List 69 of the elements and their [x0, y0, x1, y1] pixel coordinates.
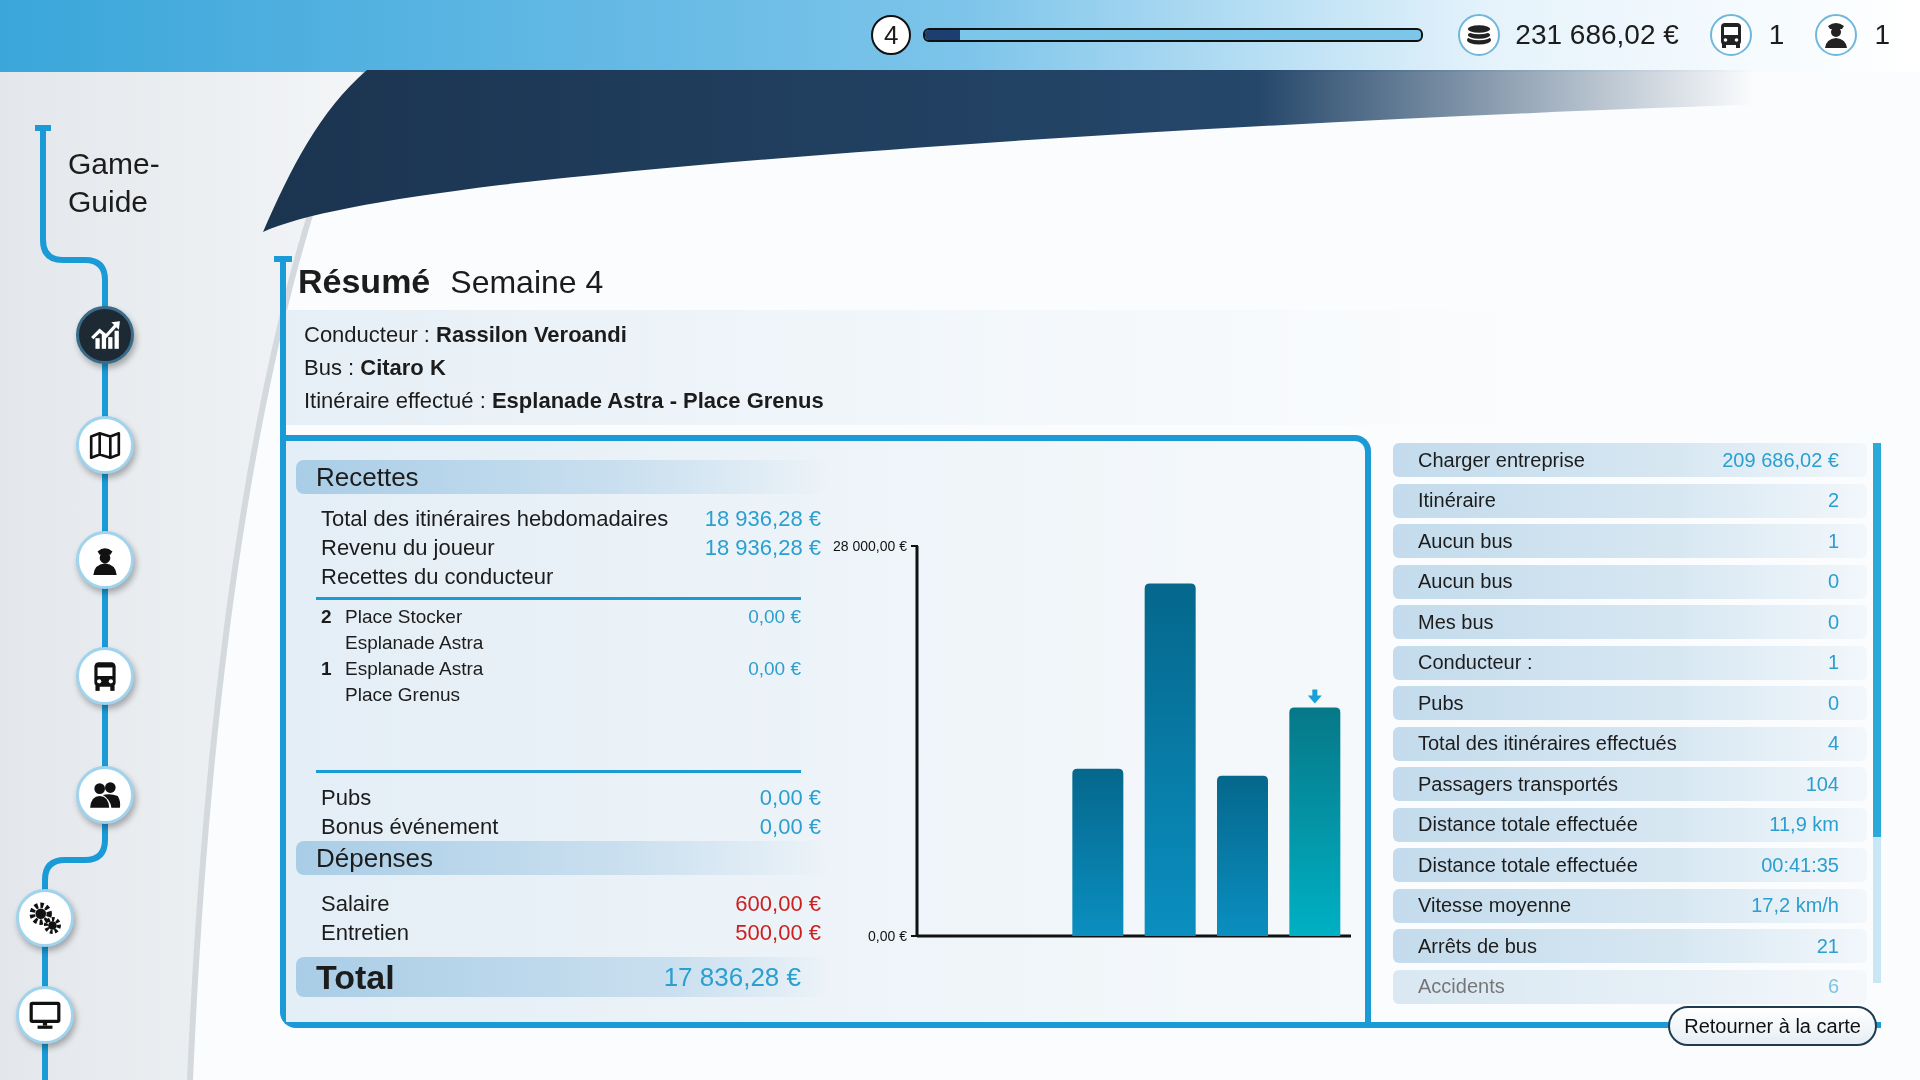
page-subtitle: Semaine 4: [450, 264, 604, 301]
row-label: Bonus événement: [321, 813, 499, 840]
stat-label: Aucun bus: [1418, 570, 1513, 593]
route-stop: Place Stocker: [345, 605, 464, 629]
stat-label: Accidents: [1418, 975, 1505, 998]
page-title: Résumé: [298, 262, 431, 301]
down-arrow-icon: [1307, 689, 1322, 704]
bus-count: 1: [1768, 19, 1785, 51]
stat-label: Itinéraire: [1418, 489, 1496, 512]
stat-value: 104: [1805, 772, 1839, 796]
gears-icon: [28, 901, 62, 935]
route-stop: Esplanade Astra: [345, 631, 485, 655]
route-stop: Place Grenus: [345, 683, 462, 707]
stat-label: Mes bus: [1418, 610, 1494, 634]
stat-value: 0: [1827, 691, 1839, 715]
stat-label: Total des itinéraires effectués: [1418, 732, 1677, 755]
row-label: Recettes du conducteur: [321, 563, 554, 590]
stat-label: Pubs: [1418, 691, 1464, 715]
axis-label: 28 000,00 €: [833, 538, 907, 554]
axis-label: 0,00 €: [868, 928, 907, 944]
stat-value: 0: [1827, 570, 1839, 593]
info-line: Conducteur : Rassilon Veroandi: [304, 321, 628, 349]
stat-value: 209 686,02 €: [1722, 448, 1839, 472]
stat-label: Vitesse moyenne: [1418, 894, 1572, 917]
row-value: 0,00 €: [759, 784, 821, 811]
total-value: 17 836,28 €: [663, 961, 801, 993]
stat-label: Distance totale effectuée: [1418, 853, 1638, 877]
total-label: Total: [316, 957, 395, 997]
scrollbar[interactable]: [1873, 443, 1881, 983]
stat-value: 6: [1827, 975, 1839, 998]
bus-icon: [1708, 13, 1753, 57]
stat-value: 00:41:35: [1761, 853, 1839, 877]
stat-label: Aucun bus: [1418, 529, 1513, 553]
driver-count: 1: [1874, 19, 1890, 51]
row-value: 18 936,28 €: [704, 534, 821, 561]
info-line: Bus : Citaro K: [304, 354, 447, 382]
stat-value: 21: [1816, 934, 1839, 958]
stat-label: Distance totale effectuée: [1418, 813, 1638, 836]
stat-value: 17,2 km/h: [1751, 894, 1839, 917]
stat-label: Conducteur :: [1418, 651, 1533, 674]
info-line: Itinéraire effectué : Esplanade Astra - Place Grenus: [304, 387, 825, 415]
row-label: Entretien: [321, 919, 410, 946]
sidebar-title: Game-Guide: [68, 146, 161, 220]
stat-label: Arrêts de bus: [1418, 934, 1537, 958]
route-number: 2: [321, 605, 333, 629]
row-value: 500,00 €: [735, 919, 821, 946]
row-label: Salaire: [321, 890, 390, 917]
row-label: Pubs: [321, 784, 372, 811]
row-value: 18 936,28 €: [704, 505, 821, 532]
stat-value: 11,9 km: [1769, 813, 1839, 836]
route-value: 0,00 €: [748, 605, 801, 629]
row-label: Total des itinéraires hebdomadaires: [321, 505, 669, 532]
stat-value: 0: [1827, 610, 1839, 634]
row-value: 0,00 €: [759, 813, 821, 840]
stat-value: 2: [1827, 489, 1839, 512]
route-value: 0,00 €: [748, 657, 801, 681]
stat-label: Passagers transportés: [1418, 772, 1619, 796]
stat-label: Charger entreprise: [1418, 448, 1585, 472]
row-value: 600,00 €: [735, 890, 821, 917]
coins-icon: [1457, 13, 1502, 57]
driver-icon: [1814, 13, 1859, 57]
route-number: 1: [321, 657, 333, 681]
route-stop: Esplanade Astra: [345, 657, 485, 681]
stat-value: 1: [1827, 529, 1839, 553]
back-to-map-button[interactable]: Retourner à la carte: [1668, 1006, 1877, 1046]
stat-value: 4: [1827, 732, 1839, 755]
row-label: Revenu du joueur: [321, 534, 495, 561]
money-amount: 231 686,02 €: [1515, 19, 1679, 51]
stat-value: 1: [1827, 651, 1839, 674]
